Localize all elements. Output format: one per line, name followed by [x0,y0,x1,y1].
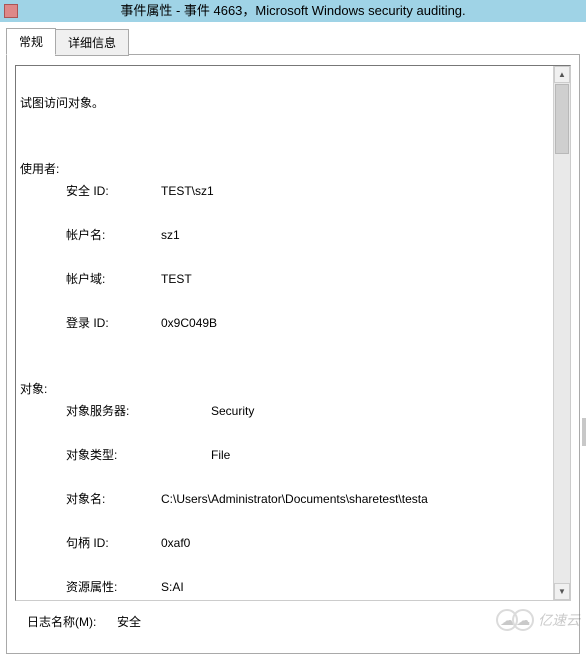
object-type-label: 对象类型: [66,444,211,466]
log-name-value: 安全 [117,613,141,630]
tab-general[interactable]: 常规 [6,28,56,55]
logon-id-value: 0x9C049B [161,312,551,334]
user-section-title: 使用者: [20,162,59,176]
logon-id-label: 登录 ID: [66,312,161,334]
scroll-down-button[interactable]: ▼ [554,583,570,600]
object-name-value: C:\Users\Administrator\Documents\sharete… [161,488,551,510]
object-type-value: File [211,444,551,466]
resource-attr-label: 资源属性: [66,576,161,598]
app-icon [4,4,18,18]
resource-attr-value: S:AI [161,576,551,598]
account-domain-value: TEST [161,268,551,290]
account-name-label: 帐户名: [66,224,161,246]
handle-id-value: 0xaf0 [161,532,551,554]
window-title-bar: 事件属性 - 事件 4663，Microsoft Windows securit… [0,0,586,22]
tab-general-label: 常规 [19,35,43,49]
tab-strip: 常规 详细信息 [6,28,586,55]
object-server-value: Security [211,400,551,422]
window-right-gutter [582,418,586,446]
log-name-row: 日志名称(M): 安全 [27,613,571,630]
event-headline: 试图访问对象。 [20,96,104,110]
window-title: 事件属性 - 事件 4663，Microsoft Windows securit… [120,0,465,22]
tab-details-label: 详细信息 [68,36,116,50]
object-section-title: 对象: [20,382,47,396]
scroll-up-button[interactable]: ▲ [554,66,570,83]
log-name-label: 日志名称(M): [27,613,117,630]
tab-details[interactable]: 详细信息 [55,29,129,56]
object-name-label: 对象名: [66,488,161,510]
event-details-pane: 试图访问对象。 使用者: 安全 ID:TEST\sz1 帐户名:sz1 帐户域:… [15,65,571,601]
account-name-value: sz1 [161,224,551,246]
tab-page-general: 试图访问对象。 使用者: 安全 ID:TEST\sz1 帐户名:sz1 帐户域:… [6,54,580,654]
event-details-text[interactable]: 试图访问对象。 使用者: 安全 ID:TEST\sz1 帐户名:sz1 帐户域:… [20,70,551,600]
account-domain-label: 帐户域: [66,268,161,290]
security-id-label: 安全 ID: [66,180,161,202]
handle-id-label: 句柄 ID: [66,532,161,554]
security-id-value: TEST\sz1 [161,180,551,202]
scroll-thumb[interactable] [555,84,569,154]
object-server-label: 对象服务器: [66,400,211,422]
details-scrollbar[interactable]: ▲ ▼ [553,66,570,600]
